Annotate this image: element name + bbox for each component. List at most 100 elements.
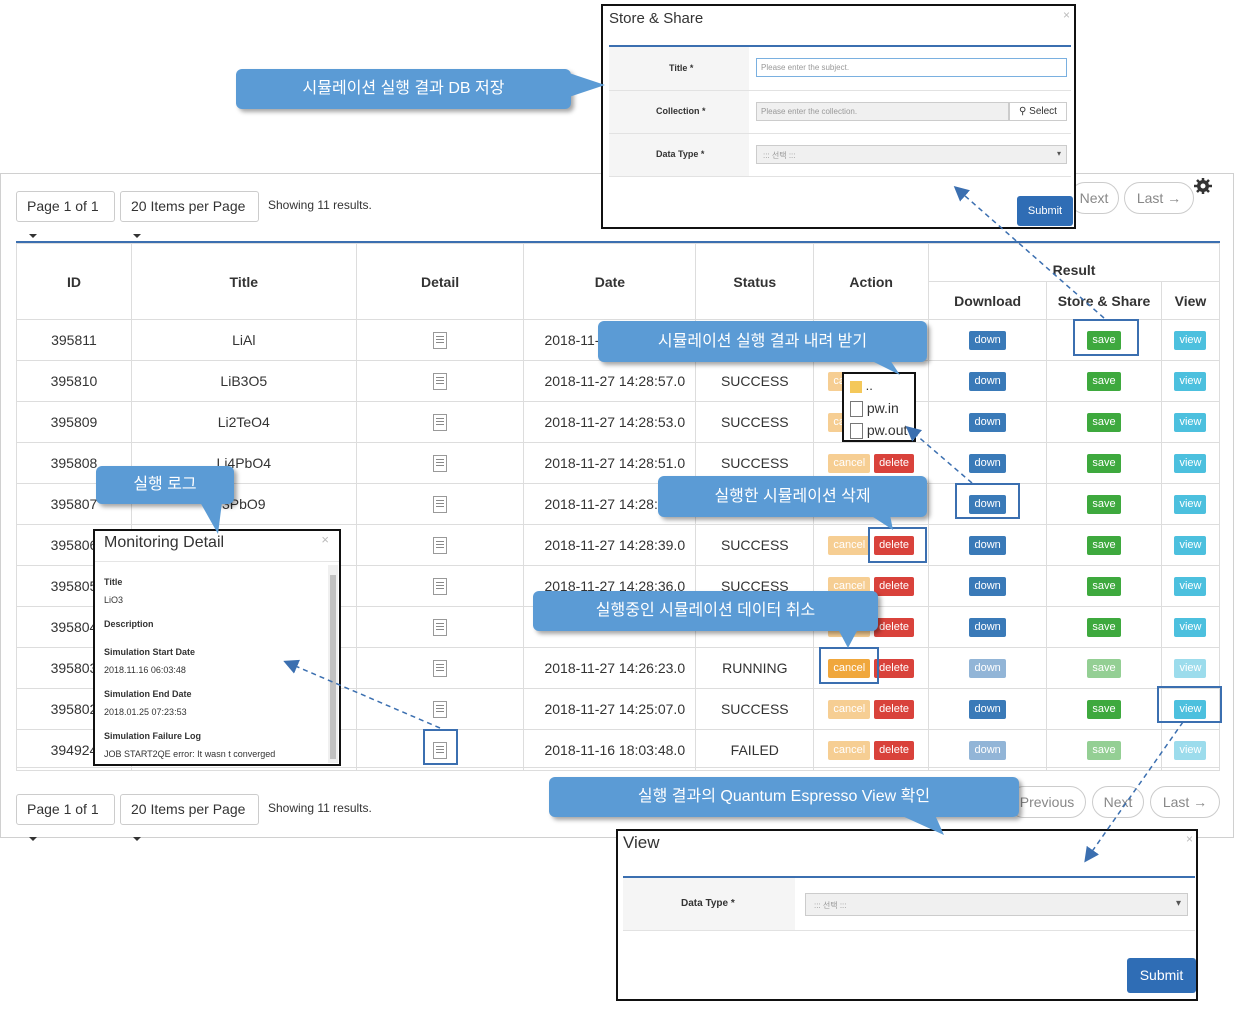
- col-header-result: Result: [928, 243, 1220, 282]
- row-date: 2018-11-27 14:25:07.0: [523, 688, 697, 730]
- collection-select-button[interactable]: ⚲ Select: [1009, 102, 1067, 121]
- save-button[interactable]: save: [1087, 535, 1121, 555]
- download-button[interactable]: down: [969, 576, 1006, 596]
- delete-button[interactable]: delete: [874, 658, 915, 678]
- folder-icon: [850, 380, 862, 393]
- save-button[interactable]: save: [1087, 740, 1121, 760]
- detail-failure-value: JOB START2QE error: It wasn t converged: [104, 749, 276, 759]
- document-icon[interactable]: [433, 372, 448, 390]
- download-button[interactable]: down: [969, 617, 1006, 637]
- download-button[interactable]: down: [969, 412, 1006, 432]
- view-button[interactable]: view: [1174, 535, 1207, 555]
- document-icon[interactable]: [433, 536, 448, 554]
- detail-title-value: LiO3: [104, 595, 124, 605]
- delete-button[interactable]: delete: [874, 576, 915, 596]
- view-button[interactable]: view: [1174, 412, 1207, 432]
- row-view: view: [1160, 647, 1221, 689]
- row-status: SUCCESS: [695, 360, 815, 402]
- download-button[interactable]: down: [969, 658, 1006, 678]
- document-icon[interactable]: [433, 495, 448, 513]
- previous-button-bottom[interactable]: Previous: [1008, 786, 1086, 818]
- delete-button[interactable]: delete: [874, 740, 915, 760]
- download-button[interactable]: down: [969, 330, 1006, 350]
- view-button[interactable]: view: [1174, 576, 1207, 596]
- delete-button[interactable]: delete: [874, 617, 915, 637]
- cancel-button[interactable]: cancel: [828, 740, 871, 760]
- next-button-bottom[interactable]: Next: [1092, 786, 1144, 818]
- file-item-parent[interactable]: ..: [850, 378, 873, 393]
- cancel-button[interactable]: cancel: [828, 535, 871, 555]
- datatype-select[interactable]: ::: 선택 ::: ▾: [805, 893, 1188, 916]
- view-button[interactable]: view: [1174, 453, 1207, 473]
- last-button-bottom[interactable]: Last →: [1150, 786, 1220, 818]
- save-button[interactable]: save: [1087, 412, 1121, 432]
- scrollbar-track[interactable]: [328, 565, 338, 763]
- save-button[interactable]: save: [1087, 576, 1121, 596]
- download-button[interactable]: down: [969, 699, 1006, 719]
- caret-down-icon: [29, 234, 37, 239]
- document-icon[interactable]: [433, 577, 448, 595]
- row-detail: [355, 319, 525, 361]
- download-button[interactable]: down: [969, 453, 1006, 473]
- collection-input[interactable]: Please enter the collection.: [756, 102, 1009, 121]
- page-select-top[interactable]: Page 1 of 1: [16, 191, 115, 239]
- row-view: view: [1160, 483, 1221, 525]
- view-button[interactable]: view: [1174, 330, 1207, 350]
- detail-start-value: 2018.11.16 06:03:48: [104, 665, 186, 675]
- document-icon[interactable]: [433, 454, 448, 472]
- cancel-button[interactable]: cancel: [828, 699, 871, 719]
- settings-gear-icon[interactable]: [1190, 176, 1216, 196]
- view-button[interactable]: view: [1174, 658, 1207, 678]
- download-button[interactable]: down: [969, 371, 1006, 391]
- view-button[interactable]: view: [1174, 617, 1207, 637]
- file-item-label: ..: [865, 378, 873, 393]
- delete-button[interactable]: delete: [874, 699, 915, 719]
- datatype-value: ::: 선택 :::: [814, 901, 847, 910]
- close-icon[interactable]: ×: [1186, 832, 1193, 846]
- file-item-label: pw.out: [866, 422, 908, 438]
- page-select-bottom[interactable]: Page 1 of 1: [16, 794, 115, 842]
- next-button-top[interactable]: Next: [1069, 182, 1119, 214]
- items-per-page-bottom[interactable]: 20 Items per Page: [120, 794, 259, 842]
- cancel-button[interactable]: cancel: [828, 453, 871, 473]
- document-icon[interactable]: [433, 413, 448, 431]
- row-id: 395810: [16, 360, 132, 402]
- datatype-select[interactable]: ::: 선택 ::: ▾: [756, 145, 1067, 164]
- items-per-page-top[interactable]: 20 Items per Page: [120, 191, 259, 239]
- row-action: cancel delete: [813, 688, 930, 730]
- document-icon[interactable]: [433, 700, 448, 718]
- view-submit-button[interactable]: Submit: [1127, 958, 1196, 993]
- row-date: 2018-11-27 14:28:53.0: [523, 401, 697, 443]
- col-header-date: Date: [523, 243, 697, 320]
- caret-down-icon: [133, 837, 141, 842]
- file-item-pw-out[interactable]: pw.out: [850, 422, 908, 440]
- document-icon[interactable]: [433, 618, 448, 636]
- file-item-pw-in[interactable]: pw.in: [850, 400, 899, 418]
- table-bottom-rule: [16, 767, 1220, 768]
- store-submit-button[interactable]: Submit: [1017, 196, 1073, 226]
- download-button[interactable]: down: [969, 535, 1006, 555]
- save-button[interactable]: save: [1087, 453, 1121, 473]
- col-header-action: Action: [813, 243, 930, 320]
- row-view: view: [1160, 442, 1221, 484]
- document-icon[interactable]: [433, 331, 448, 349]
- document-icon[interactable]: [433, 659, 448, 677]
- view-button[interactable]: view: [1174, 371, 1207, 391]
- save-button[interactable]: save: [1087, 617, 1121, 637]
- title-input[interactable]: Please enter the subject.: [756, 58, 1067, 77]
- file-icon: [850, 423, 863, 440]
- save-button[interactable]: save: [1087, 658, 1121, 678]
- save-button[interactable]: save: [1087, 371, 1121, 391]
- row-view: view: [1160, 401, 1221, 443]
- view-button[interactable]: view: [1174, 494, 1207, 514]
- download-button[interactable]: down: [969, 740, 1006, 760]
- scrollbar-thumb[interactable]: [330, 575, 336, 759]
- close-icon[interactable]: ×: [321, 532, 329, 547]
- delete-button[interactable]: delete: [874, 453, 915, 473]
- row-store: save: [1046, 647, 1162, 689]
- save-button[interactable]: save: [1087, 494, 1121, 514]
- view-button[interactable]: view: [1174, 740, 1207, 760]
- last-button-top[interactable]: Last →: [1124, 182, 1194, 214]
- save-button[interactable]: save: [1087, 699, 1121, 719]
- close-icon[interactable]: ×: [1063, 8, 1070, 22]
